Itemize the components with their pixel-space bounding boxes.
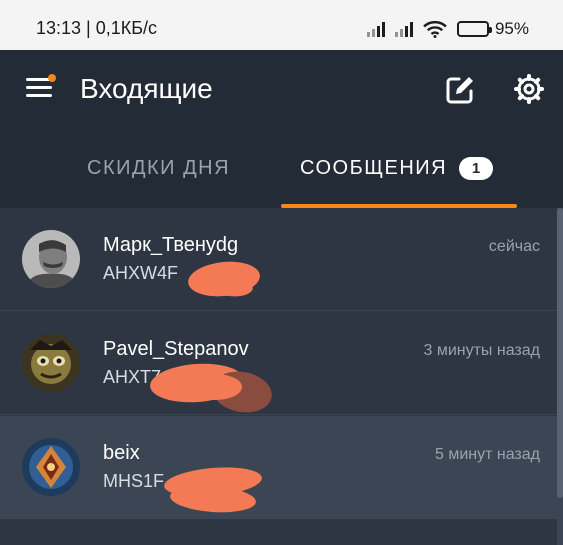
compose-button[interactable] [444, 74, 476, 106]
message-time: 3 минуты назад [423, 342, 540, 359]
battery: 95% [456, 19, 529, 39]
message-preview: MHS1F [103, 471, 165, 491]
message-time: сейчас [488, 238, 540, 255]
message-list: Марк_Твенуdg AHXW4F сейчас Pavel_Stepano… [0, 208, 563, 545]
tab-bar: СКИДКИ ДНЯ СООБЩЕНИЯ 1 [0, 128, 563, 208]
sender-name: Pavel_Stepanov [103, 338, 249, 360]
status-icons: 95% [366, 19, 529, 39]
battery-percent: 95% [494, 19, 529, 38]
notification-dot [48, 74, 56, 82]
status-time: 13:13 | 0,1КБ/с [36, 18, 158, 38]
avatar [22, 438, 80, 496]
scrollbar-thumb[interactable] [557, 208, 563, 498]
sender-name: Марк_Твенуdg [103, 234, 239, 256]
tab-messages[interactable]: СООБЩЕНИЯ 1 [300, 128, 494, 208]
cellular-signal-2-icon [394, 21, 413, 37]
menu-button[interactable] [26, 74, 56, 100]
settings-button[interactable] [512, 72, 546, 106]
page-title: Входящие [80, 73, 213, 104]
compose-icon [446, 77, 473, 104]
gear-icon [514, 74, 544, 104]
avatar [22, 230, 80, 288]
status-bar: 13:13 | 0,1КБ/с 95% [0, 0, 563, 50]
message-row[interactable]: beix MHS1F 5 минут назад [0, 416, 557, 519]
avatar [22, 334, 80, 392]
tab-daily-deals[interactable]: СКИДКИ ДНЯ [87, 128, 230, 208]
tab-daily-deals-label: СКИДКИ ДНЯ [87, 156, 231, 179]
unread-badge: 1 [459, 156, 494, 180]
cellular-signal-icon [366, 21, 385, 37]
message-row[interactable]: Pavel_Stepanov AHXT7 3 минуты назад [0, 312, 557, 417]
app-bar: Входящие [0, 50, 563, 128]
wifi-icon [423, 20, 447, 38]
scrollbar[interactable] [557, 208, 563, 545]
message-row[interactable]: Марк_Твенуdg AHXW4F сейчас [0, 208, 557, 311]
redaction-scribble [188, 374, 242, 400]
message-preview: AHXW4F [103, 263, 179, 283]
message-time: 5 минут назад [434, 446, 540, 463]
sender-name: beix [103, 442, 140, 464]
tab-messages-label: СООБЩЕНИЯ [300, 156, 448, 179]
battery-icon [456, 21, 492, 37]
